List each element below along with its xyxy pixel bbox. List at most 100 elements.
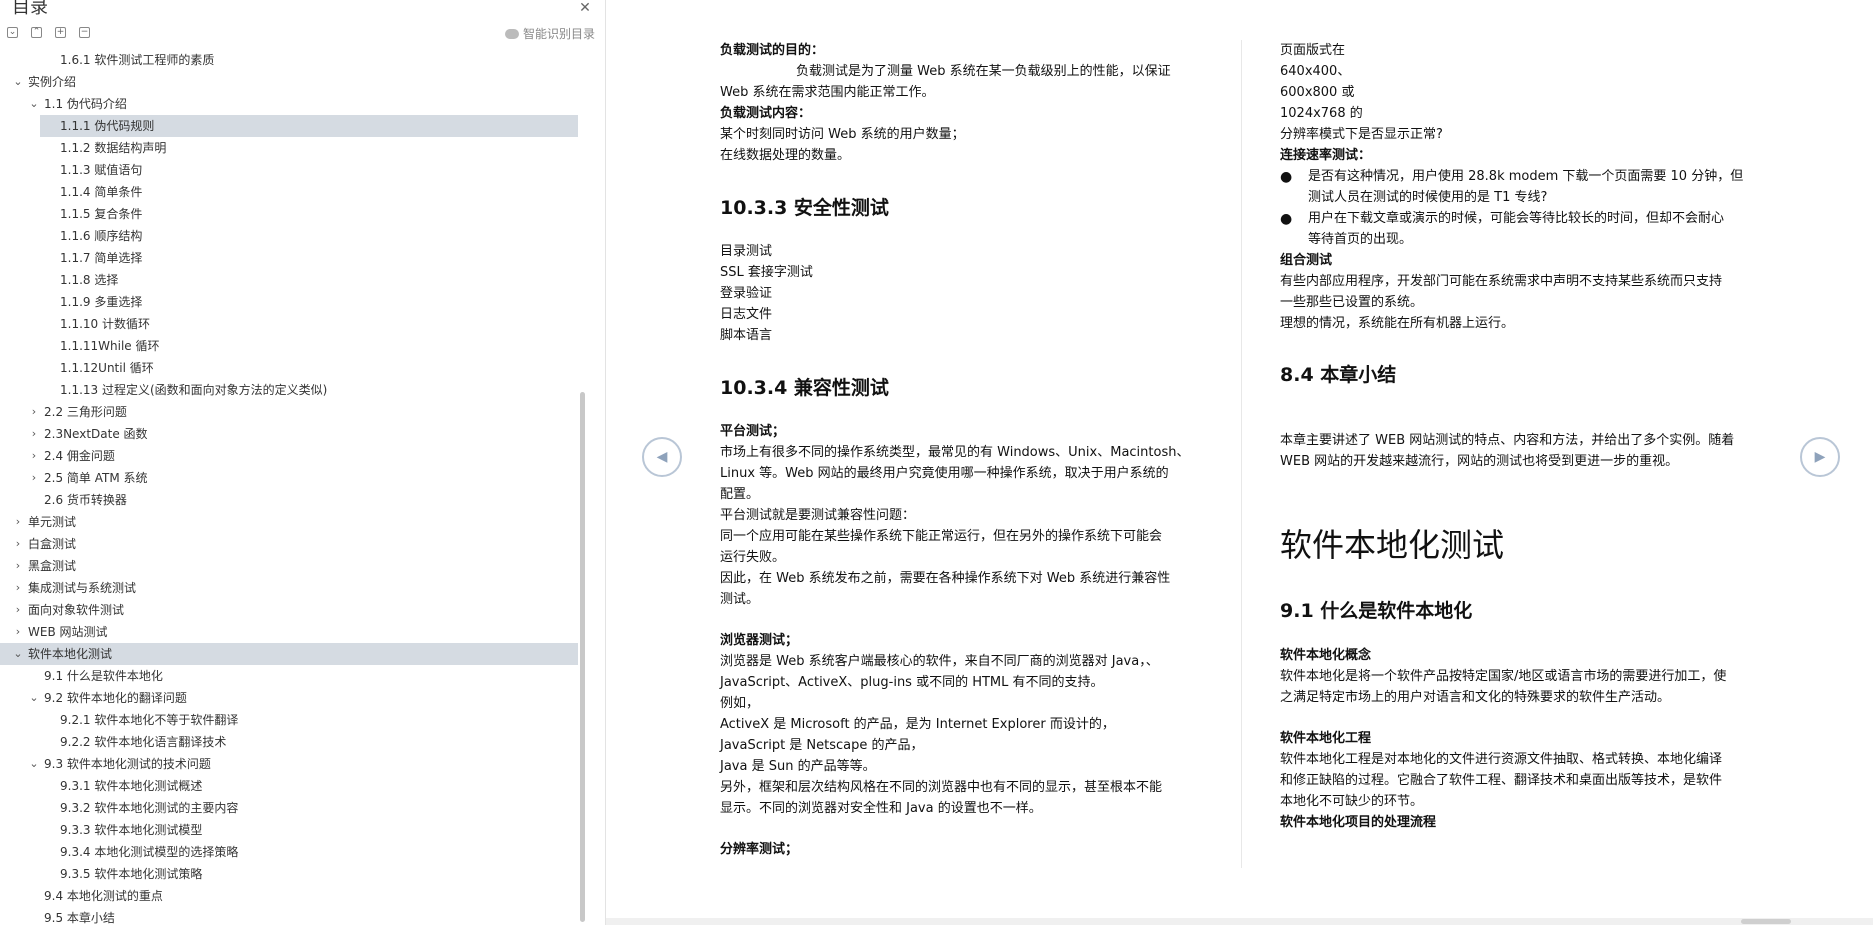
chevron-right-icon[interactable]: ›	[12, 511, 24, 533]
toc-item[interactable]: ⌄ 软件本地化测试	[0, 643, 578, 665]
chevron-down-icon[interactable]: ⌄	[12, 643, 24, 665]
toc-item[interactable]: 9.2.2 软件本地化语言翻译技术	[0, 731, 578, 753]
toc-item[interactable]: 1.1.7 简单选择	[0, 247, 578, 269]
paragraph: 显示。不同的浏览器对安全性和 Java 的设置也不一样。	[720, 801, 1042, 816]
toc-item[interactable]: ⌄ 9.3 软件本地化测试的技术问题	[0, 753, 578, 775]
chevron-down-icon[interactable]: ⌄	[12, 71, 24, 93]
toc-item[interactable]: 1.1.3 赋值语句	[0, 159, 578, 181]
paragraph: 运行失败。	[720, 550, 786, 565]
toc-item-label: 1.1.9 多重选择	[60, 295, 143, 309]
toc-item[interactable]: 2.6 货币转换器	[0, 489, 578, 511]
chevron-right-icon[interactable]: ›	[12, 555, 24, 577]
platform-title: 平台测试；	[720, 424, 786, 439]
paragraph: 600x800 或	[1280, 85, 1355, 100]
toc-item[interactable]: 1.1.4 简单条件	[0, 181, 578, 203]
toc-item[interactable]: › 集成测试与系统测试	[0, 577, 578, 599]
toc-item-label: 1.1 伪代码介绍	[44, 97, 127, 111]
chevron-right-icon[interactable]: ›	[12, 577, 24, 599]
toc-item-label: 2.3NextDate 函数	[44, 427, 148, 441]
toc-item[interactable]: › 黑盒测试	[0, 555, 578, 577]
toc-item[interactable]: › 2.4 佣金问题	[0, 445, 578, 467]
chevron-right-icon[interactable]: ›	[28, 467, 40, 489]
toc-item[interactable]: 1.1.2 数据结构声明	[0, 137, 578, 159]
toc-item[interactable]: 9.5 本章小结	[0, 907, 578, 925]
chevron-right-icon: ▶	[1814, 449, 1826, 465]
paragraph: WEB 网站的开发越来越流行，网站的测试也将受到更进一步的重视。	[1280, 454, 1679, 469]
toc-item[interactable]: › 面向对象软件测试	[0, 599, 578, 621]
paragraph: 之满足特定市场上的用户对语言和文化的特殊要求的软件生产活动。	[1280, 690, 1671, 705]
toc-item[interactable]: 1.1.9 多重选择	[0, 291, 578, 313]
chevron-down-icon[interactable]: ⌄	[28, 93, 40, 115]
toc-item[interactable]: › WEB 网站测试	[0, 621, 578, 643]
toc-item[interactable]: 9.3.4 本地化测试模型的选择策略	[0, 841, 578, 863]
toc-item[interactable]: 1.1.8 选择	[0, 269, 578, 291]
scroll-thumb[interactable]	[1741, 919, 1791, 924]
toc-item[interactable]: 9.3.5 软件本地化测试策略	[0, 863, 578, 885]
toc-item[interactable]: 9.4 本地化测试的重点	[0, 885, 578, 907]
chevron-right-icon[interactable]: ›	[28, 401, 40, 423]
paragraph: 市场上有很多不同的操作系统类型，最常见的有 Windows、Unix、Macin…	[720, 445, 1190, 460]
toc-item[interactable]: 1.1.1 伪代码规则	[40, 115, 578, 137]
toc-item-label: 面向对象软件测试	[28, 603, 125, 617]
toc-item[interactable]: › 白盒测试	[0, 533, 578, 555]
toc-item[interactable]: 9.3.3 软件本地化测试模型	[0, 819, 578, 841]
toc-item[interactable]: › 2.2 三角形问题	[0, 401, 578, 423]
paragraph: 负载测试是为了测量 Web 系统在某一负载级别上的性能，以保证	[796, 64, 1171, 79]
toc-item[interactable]: 1.6.1 软件测试工程师的素质	[0, 49, 578, 71]
chevron-right-icon[interactable]: ›	[12, 621, 24, 643]
chevron-right-icon[interactable]: ›	[28, 445, 40, 467]
horizontal-scrollbar[interactable]	[606, 918, 1873, 925]
prev-page-button[interactable]: ◀	[642, 437, 682, 477]
toc-item[interactable]: 1.1.6 顺序结构	[0, 225, 578, 247]
toc-item-label: 9.2 软件本地化的翻译问题	[44, 691, 187, 705]
toc-item[interactable]: › 2.5 简单 ATM 系统	[0, 467, 578, 489]
toc-item-label: 1.1.11While 循环	[60, 339, 160, 353]
toc-item[interactable]: ⌄ 实例介绍	[0, 71, 578, 93]
bullet-icon: ●	[1280, 169, 1293, 185]
chevron-down-icon[interactable]: ⌄	[28, 687, 40, 709]
collapse-all-icon[interactable]: ⌄	[7, 27, 18, 38]
eng-title: 软件本地化工程	[1280, 731, 1372, 746]
paragraph: ActiveX 是 Microsoft 的产品，是为 Internet Expl…	[720, 717, 1115, 732]
section-heading: 10.3.3 安全性测试	[720, 197, 889, 219]
toc-item-label: 1.1.1 伪代码规则	[60, 119, 155, 133]
toc-item[interactable]: › 单元测试	[0, 511, 578, 533]
concept-title: 软件本地化概念	[1280, 648, 1372, 663]
toc-item[interactable]: 1.1.13 过程定义(函数和面向对象方法的定义类似)	[0, 379, 578, 401]
paragraph: 测试人员在测试的时候使用的是 T1 专线?	[1308, 190, 1548, 205]
paragraph: 本章主要讲述了 WEB 网站测试的特点、内容和方法，并给出了多个实例。随着	[1280, 433, 1735, 448]
next-page-button[interactable]: ▶	[1800, 437, 1840, 477]
toc-item-label: 单元测试	[28, 515, 77, 529]
toc-item[interactable]: 9.1 什么是软件本地化	[0, 665, 578, 687]
toc-item[interactable]: 9.3.1 软件本地化测试概述	[0, 775, 578, 797]
toc-item-label: 9.4 本地化测试的重点	[44, 889, 163, 903]
toc-item[interactable]: ⌄ 9.2 软件本地化的翻译问题	[0, 687, 578, 709]
toc-item[interactable]: 9.3.2 软件本地化测试的主要内容	[0, 797, 578, 819]
toc-item[interactable]: 1.1.10 计数循环	[0, 313, 578, 335]
toc-item[interactable]: 9.2.1 软件本地化不等于软件翻译	[0, 709, 578, 731]
toc-scrollbar[interactable]	[580, 392, 585, 922]
remove-icon[interactable]: −	[79, 27, 90, 38]
toc-item[interactable]: 1.1.11While 循环	[0, 335, 578, 357]
toc-item[interactable]: 1.1.5 复合条件	[0, 203, 578, 225]
paragraph: 理想的情况，系统能在所有机器上运行。	[1280, 316, 1515, 331]
smart-toc-button[interactable]: 智能识别目录	[504, 25, 595, 43]
section-heading: 10.3.4 兼容性测试	[720, 377, 889, 399]
toc-item[interactable]: 1.1.12Until 循环	[0, 357, 578, 379]
chevron-left-icon: ◀	[656, 449, 668, 465]
toc-item[interactable]: ⌄ 1.1 伪代码介绍	[0, 93, 578, 115]
toc-toolbar: ⌄ ⌃ + − 智能识别目录	[0, 24, 605, 46]
add-icon[interactable]: +	[55, 27, 66, 38]
paragraph: 同一个应用可能在某些操作系统下能正常运行，但在另外的操作系统下可能会	[720, 529, 1163, 544]
toc-item-label: 9.3.5 软件本地化测试策略	[60, 867, 203, 881]
chevron-right-icon[interactable]: ›	[28, 423, 40, 445]
chevron-right-icon[interactable]: ›	[12, 533, 24, 555]
expand-all-icon[interactable]: ⌃	[31, 27, 42, 38]
paragraph: 等待首页的出现。	[1308, 232, 1413, 247]
toc-item[interactable]: › 2.3NextDate 函数	[0, 423, 578, 445]
chevron-down-icon[interactable]: ⌄	[28, 753, 40, 775]
chevron-right-icon[interactable]: ›	[12, 599, 24, 621]
toc-item-label: 9.1 什么是软件本地化	[44, 669, 163, 683]
paragraph: Linux 等。Web 网站的最终用户究竟使用哪一种操作系统，取决于用户系统的	[720, 466, 1169, 481]
close-icon[interactable]: ✕	[577, 0, 593, 16]
